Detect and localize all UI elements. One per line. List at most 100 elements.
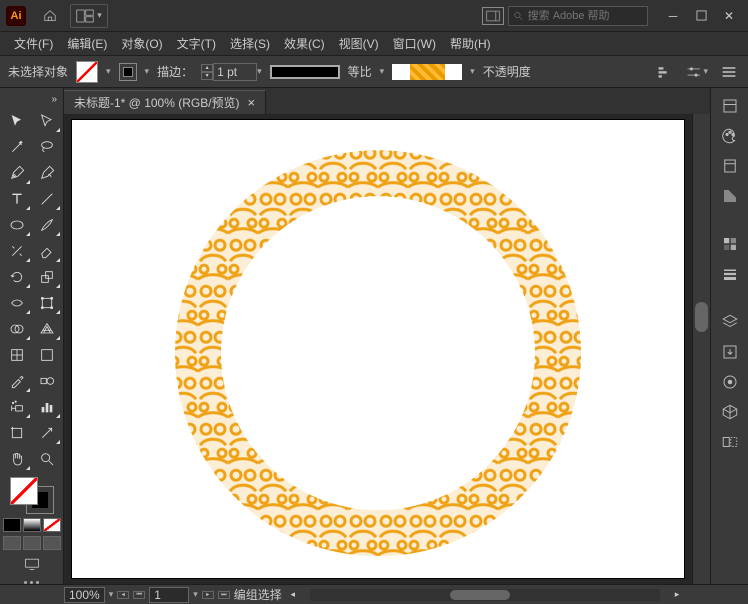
toolbox-collapse-icon[interactable]: »	[51, 94, 57, 105]
eraser-tool[interactable]	[33, 239, 61, 263]
stroke-weight-input[interactable]: 1 pt	[213, 63, 257, 81]
arrange-documents-button[interactable]: ▾	[70, 4, 108, 28]
menu-effect[interactable]: 效果(C)	[278, 33, 331, 54]
artboard-number[interactable]: 1	[149, 587, 189, 603]
stroke-dropdown[interactable]: ▾	[145, 66, 150, 77]
selection-tool[interactable]	[3, 109, 31, 133]
align-panel-icon[interactable]	[654, 61, 676, 83]
minimize-button[interactable]: ─	[660, 6, 686, 26]
fill-dropdown[interactable]: ▾	[106, 66, 111, 77]
stroke-profile[interactable]	[270, 65, 340, 79]
scale-tool[interactable]	[33, 265, 61, 289]
menu-type[interactable]: 文字(T)	[171, 33, 222, 54]
magic-wand-tool[interactable]	[3, 135, 31, 159]
perspective-grid-tool[interactable]	[33, 317, 61, 341]
app-logo: Ai	[6, 6, 26, 26]
artboard-prev[interactable]: ◂	[117, 591, 129, 599]
toolbox: »	[0, 88, 64, 584]
panel-menu-icon[interactable]	[718, 61, 740, 83]
layers-panel-icon[interactable]	[716, 308, 744, 336]
shape-builder-tool[interactable]	[3, 317, 31, 341]
home-icon[interactable]	[36, 4, 64, 28]
vertical-scrollbar[interactable]	[692, 114, 710, 584]
appearance-panel-icon[interactable]	[716, 368, 744, 396]
artboard-dropdown[interactable]: ▾	[193, 589, 198, 600]
color-mode-solid[interactable]	[3, 518, 21, 532]
search-input[interactable]	[508, 6, 648, 26]
color-panel-icon[interactable]	[716, 122, 744, 150]
workspace-switcher-icon[interactable]	[482, 7, 504, 25]
transparency-panel-icon[interactable]	[716, 398, 744, 426]
draw-behind-icon[interactable]	[23, 536, 41, 550]
mesh-tool[interactable]	[3, 343, 31, 367]
hscroll-right[interactable]: ▸	[670, 588, 684, 602]
free-transform-tool[interactable]	[33, 291, 61, 315]
line-tool[interactable]	[33, 187, 61, 211]
stroke-swatch[interactable]	[119, 63, 137, 81]
ellipse-tool[interactable]	[3, 213, 31, 237]
stroke-label: 描边：	[157, 63, 193, 80]
lasso-tool[interactable]	[33, 135, 61, 159]
menu-window[interactable]: 窗口(W)	[387, 33, 442, 54]
type-tool[interactable]	[3, 187, 31, 211]
menu-file[interactable]: 文件(F)	[8, 33, 59, 54]
document-tab[interactable]: 未标题-1* @ 100% (RGB/预览) ×	[64, 90, 266, 114]
document-tab-title: 未标题-1* @ 100% (RGB/预览)	[74, 94, 240, 111]
zoom-tool[interactable]	[33, 447, 61, 471]
swatches-panel-icon[interactable]	[716, 230, 744, 258]
blend-tool[interactable]	[33, 369, 61, 393]
zoom-dropdown[interactable]: ▾	[109, 589, 114, 600]
maximize-button[interactable]	[688, 6, 714, 26]
libraries-panel-icon[interactable]	[716, 152, 744, 180]
menu-help[interactable]: 帮助(H)	[444, 33, 497, 54]
asset-export-panel-icon[interactable]	[716, 338, 744, 366]
slice-tool[interactable]	[33, 421, 61, 445]
brush-dropdown[interactable]: ▾	[470, 66, 475, 77]
profile-dropdown[interactable]: ▾	[380, 66, 385, 77]
close-tab-icon[interactable]: ×	[248, 95, 256, 110]
color-mode-gradient[interactable]	[23, 518, 41, 532]
horizontal-scrollbar[interactable]	[310, 589, 660, 601]
menu-edit[interactable]: 编辑(E)	[61, 33, 113, 54]
opacity-label[interactable]: 不透明度	[483, 63, 531, 80]
screen-mode-icon[interactable]	[21, 554, 43, 575]
brush-definition[interactable]	[392, 64, 462, 80]
direct-selection-tool[interactable]	[33, 109, 61, 133]
gradient-tool[interactable]	[33, 343, 61, 367]
artboard[interactable]	[72, 120, 684, 578]
color-guide-panel-icon[interactable]	[716, 182, 744, 210]
stroke-weight-dropdown[interactable]: ▾	[257, 66, 262, 77]
stroke-weight-down[interactable]: ▾	[201, 72, 213, 80]
menu-view[interactable]: 视图(V)	[333, 33, 385, 54]
symbol-sprayer-tool[interactable]	[3, 395, 31, 419]
pen-tool[interactable]	[3, 161, 31, 185]
draw-normal-icon[interactable]	[3, 536, 21, 550]
column-graph-tool[interactable]	[33, 395, 61, 419]
zoom-level[interactable]: 100%	[64, 587, 105, 603]
menu-select[interactable]: 选择(S)	[224, 33, 276, 54]
curvature-tool[interactable]	[33, 161, 61, 185]
paintbrush-tool[interactable]	[33, 213, 61, 237]
draw-inside-icon[interactable]	[43, 536, 61, 550]
width-tool[interactable]	[3, 291, 31, 315]
stroke-weight-up[interactable]: ▴	[201, 64, 213, 72]
eyedropper-tool[interactable]	[3, 369, 31, 393]
search-icon	[513, 10, 524, 22]
menu-object[interactable]: 对象(O)	[115, 33, 168, 54]
artboard-last[interactable]: ⏭	[218, 591, 230, 599]
color-mode-none[interactable]	[43, 518, 61, 532]
preferences-icon[interactable]: ▾	[686, 61, 708, 83]
hand-tool[interactable]	[3, 447, 31, 471]
artboard-first[interactable]: ⏮	[133, 591, 145, 599]
rotate-tool[interactable]	[3, 265, 31, 289]
artboard-next[interactable]: ▸	[202, 591, 214, 599]
properties-panel-icon[interactable]	[716, 92, 744, 120]
fill-stroke-swatch[interactable]	[10, 477, 54, 514]
shaper-tool[interactable]	[3, 239, 31, 263]
artboard-tool[interactable]	[3, 421, 31, 445]
symbols-panel-icon[interactable]	[716, 428, 744, 456]
fill-swatch[interactable]	[76, 61, 98, 83]
close-button[interactable]: ✕	[716, 6, 742, 26]
stroke-panel-icon[interactable]	[716, 260, 744, 288]
hscroll-left[interactable]: ◂	[286, 588, 300, 602]
